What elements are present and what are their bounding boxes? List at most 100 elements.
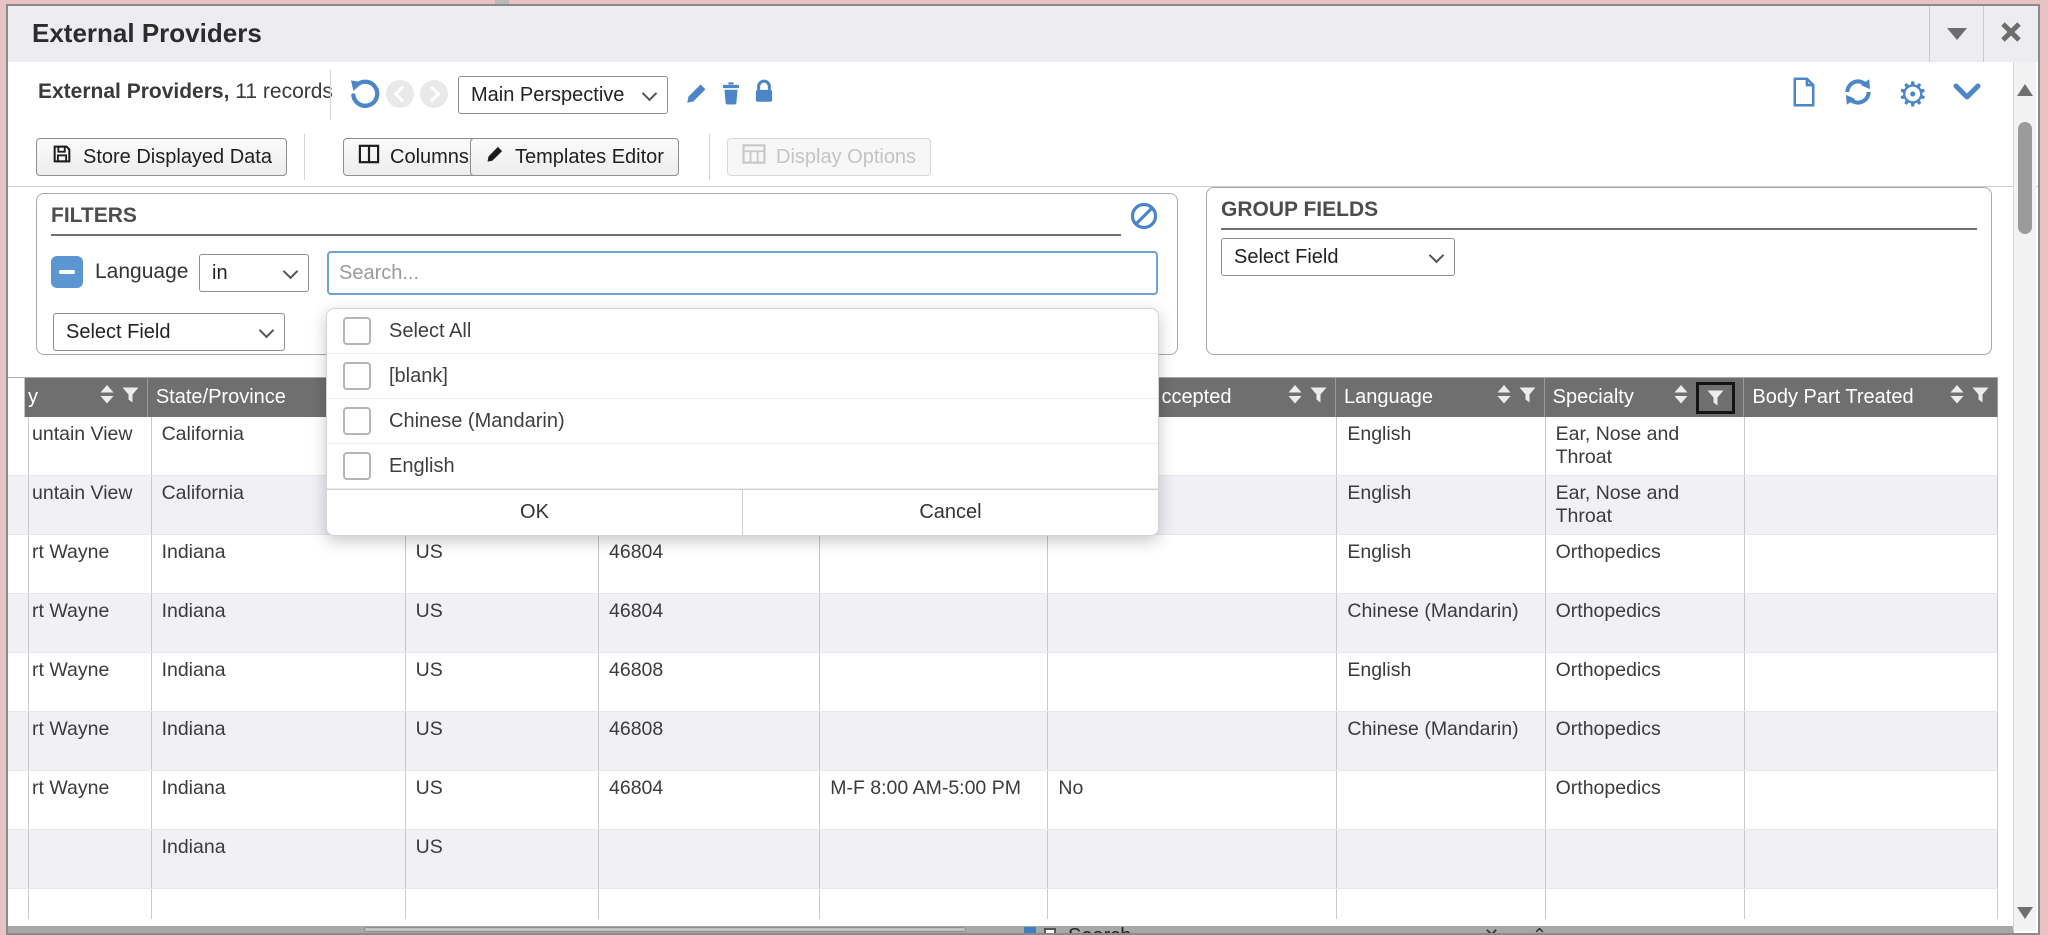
chevron-down-icon bbox=[1429, 247, 1445, 263]
table-cell bbox=[1745, 476, 1998, 534]
scrollbar-thumb[interactable] bbox=[2018, 122, 2032, 234]
sort-icon[interactable] bbox=[1950, 385, 1964, 410]
table-cell: untain View bbox=[29, 417, 152, 475]
vertical-scrollbar[interactable] bbox=[2013, 62, 2036, 931]
lock-perspective-button[interactable] bbox=[752, 79, 776, 110]
add-filter-field-select[interactable]: Select Field bbox=[53, 313, 285, 351]
edit-perspective-button[interactable] bbox=[684, 80, 710, 111]
undo-button[interactable] bbox=[348, 78, 380, 115]
group-field-select[interactable]: Select Field bbox=[1221, 238, 1455, 276]
table-cell: Indiana bbox=[152, 771, 406, 829]
scroll-up-arrow-icon[interactable] bbox=[2017, 84, 2033, 96]
record-summary: External Providers, 11 records bbox=[38, 80, 333, 104]
table-grid-icon bbox=[742, 144, 766, 170]
table-cell bbox=[820, 889, 1048, 919]
table-cell: Orthopedics bbox=[1546, 535, 1745, 593]
column-header[interactable]: Specialty bbox=[1545, 378, 1745, 417]
table-row[interactable]: rt WayneIndianaUS46808Chinese (Mandarin)… bbox=[8, 712, 1998, 771]
settings-button[interactable]: ⚙ bbox=[1898, 78, 1928, 112]
table-cell bbox=[8, 594, 29, 652]
table-cell: US bbox=[406, 712, 599, 770]
lock-icon bbox=[752, 79, 776, 110]
filter-funnel-icon[interactable] bbox=[122, 386, 139, 409]
filter-option[interactable]: Select All bbox=[327, 309, 1158, 354]
store-displayed-data-button[interactable]: Store Displayed Data bbox=[36, 138, 287, 176]
cancel-button[interactable]: Cancel bbox=[743, 490, 1158, 535]
table-cell: English bbox=[1337, 535, 1545, 593]
ok-button[interactable]: OK bbox=[327, 490, 743, 535]
action-button-row: Store Displayed Data Columns Templates E… bbox=[8, 128, 2038, 187]
table-row[interactable] bbox=[8, 889, 1998, 919]
scroll-down-arrow-icon[interactable] bbox=[2017, 907, 2033, 919]
columns-button[interactable]: Columns bbox=[343, 138, 484, 176]
dialog-collapse-button[interactable] bbox=[1930, 6, 1984, 62]
clear-filters-button[interactable] bbox=[1129, 201, 1159, 236]
sort-icon[interactable] bbox=[1288, 385, 1302, 410]
table-cell bbox=[1745, 712, 1998, 770]
table-cell: rt Wayne bbox=[29, 594, 152, 652]
sort-icon[interactable] bbox=[1674, 385, 1688, 410]
templates-editor-label: Templates Editor bbox=[515, 146, 664, 169]
column-header[interactable]: Body Part Treated bbox=[1744, 378, 1998, 417]
templates-editor-button[interactable]: Templates Editor bbox=[470, 138, 679, 176]
table-cell bbox=[1048, 889, 1337, 919]
column-header-label: Specialty bbox=[1553, 386, 1634, 409]
toolbar-right-icons: ⚙ bbox=[1790, 76, 1982, 113]
history-forward-button[interactable] bbox=[420, 80, 448, 108]
table-cell bbox=[1745, 830, 1998, 888]
table-cell: 46808 bbox=[599, 653, 820, 711]
table-cell bbox=[1745, 889, 1998, 919]
checkbox-icon[interactable] bbox=[343, 407, 371, 435]
checkbox-icon[interactable] bbox=[343, 362, 371, 390]
filter-option[interactable]: Chinese (Mandarin) bbox=[327, 399, 1158, 444]
horizontal-scrollbar[interactable] bbox=[364, 927, 966, 932]
sort-icon[interactable] bbox=[1497, 385, 1511, 410]
table-cell: rt Wayne bbox=[29, 535, 152, 593]
table-row[interactable]: rt WayneIndianaUS46804M-F 8:00 AM-5:00 P… bbox=[8, 771, 1998, 830]
table-row[interactable]: rt WayneIndianaUS46808EnglishOrthopedics bbox=[8, 653, 1998, 712]
footer-checkbox-fragment[interactable] bbox=[1044, 928, 1056, 933]
footer-search-label[interactable]: Search bbox=[1068, 926, 1131, 933]
refresh-icon bbox=[1842, 76, 1874, 113]
filter-operator-select[interactable]: in bbox=[199, 254, 309, 292]
filter-funnel-icon[interactable] bbox=[1696, 382, 1735, 414]
dialog-close-button[interactable] bbox=[1984, 6, 2038, 62]
perspective-select[interactable]: Main Perspective bbox=[458, 76, 668, 114]
column-header[interactable]: Language bbox=[1336, 378, 1545, 417]
table-row[interactable]: rt WayneIndianaUS46804EnglishOrthopedics bbox=[8, 535, 1998, 594]
filter-funnel-icon[interactable] bbox=[1310, 386, 1327, 409]
display-options-button: Display Options bbox=[727, 138, 931, 176]
table-cell bbox=[1546, 889, 1745, 919]
save-icon bbox=[51, 143, 73, 171]
filter-funnel-icon[interactable] bbox=[1519, 386, 1536, 409]
history-back-button[interactable] bbox=[386, 80, 414, 108]
table-cell: M-F 8:00 AM-5:00 PM bbox=[820, 771, 1048, 829]
filter-option[interactable]: [blank] bbox=[327, 354, 1158, 399]
columns-label: Columns bbox=[390, 146, 469, 169]
footer-icon-fragment: ⌃ bbox=[1532, 926, 1547, 933]
filter-option-label: Select All bbox=[389, 320, 471, 343]
filter-value-options: Select All [blank]Chinese (Mandarin)Engli… bbox=[327, 309, 1158, 489]
checkbox-icon[interactable] bbox=[343, 317, 371, 345]
table-row[interactable]: rt WayneIndianaUS46804Chinese (Mandarin)… bbox=[8, 594, 1998, 653]
new-document-button[interactable] bbox=[1790, 77, 1818, 112]
table-cell: Orthopedics bbox=[1546, 771, 1745, 829]
filter-search-input[interactable] bbox=[327, 251, 1158, 295]
table-row[interactable]: IndianaUS bbox=[8, 830, 1998, 889]
table-cell: Ear, Nose and Throat bbox=[1546, 417, 1745, 475]
filter-option[interactable]: English bbox=[327, 444, 1158, 489]
remove-filter-button[interactable] bbox=[51, 256, 83, 288]
table-cell bbox=[1048, 653, 1337, 711]
column-header-label: Body Part Treated bbox=[1752, 386, 1913, 409]
button-row-divider bbox=[304, 134, 305, 180]
refresh-button[interactable] bbox=[1842, 76, 1874, 113]
checkbox-icon[interactable] bbox=[343, 452, 371, 480]
delete-perspective-button[interactable] bbox=[718, 80, 744, 111]
column-header-label: Language bbox=[1344, 386, 1433, 409]
column-header[interactable]: y bbox=[25, 378, 148, 417]
sort-icon[interactable] bbox=[100, 385, 114, 410]
filter-funnel-icon[interactable] bbox=[1972, 386, 1989, 409]
table-cell: 46804 bbox=[599, 594, 820, 652]
pencil-icon bbox=[485, 144, 505, 170]
collapse-toolbar-button[interactable] bbox=[1952, 81, 1982, 108]
